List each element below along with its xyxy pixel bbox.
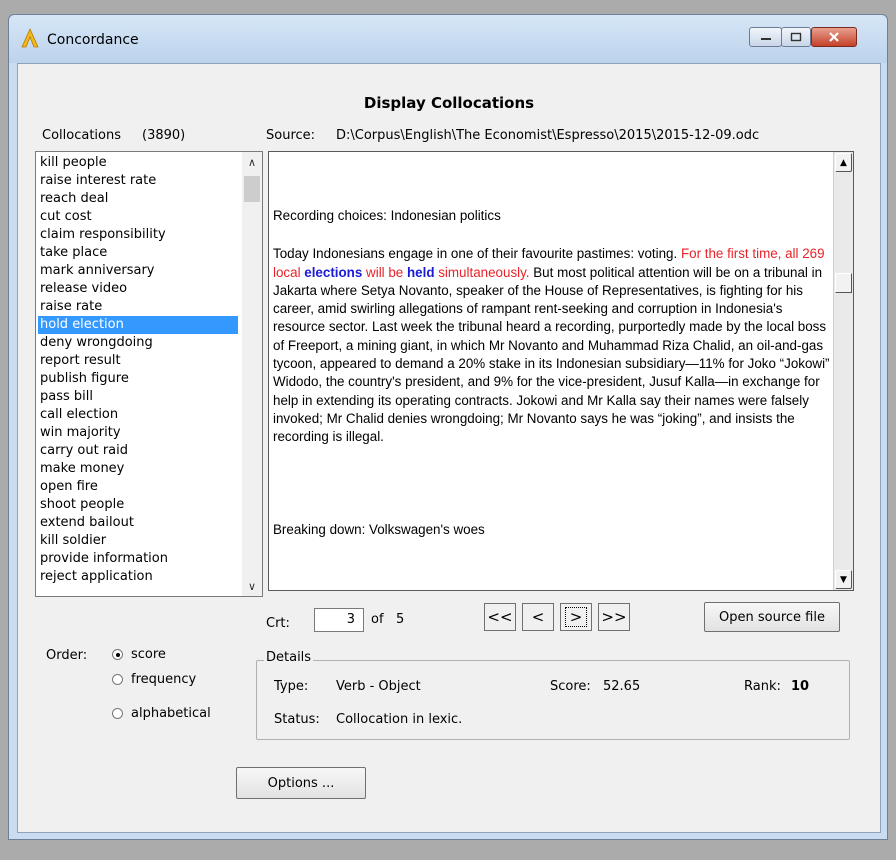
rank-label: Rank: — [744, 679, 781, 694]
list-item[interactable]: extend bailout — [38, 514, 238, 532]
scroll-up-icon[interactable]: ∧ — [242, 152, 262, 172]
radio-icon — [112, 708, 123, 719]
radio-label: alphabetical — [131, 706, 211, 721]
paragraph-intro: Today Indonesians engage in one of their… — [273, 246, 681, 262]
next-icon: > — [564, 607, 588, 627]
keyword-elections: elections — [304, 264, 363, 280]
crt-label: Crt: — [266, 616, 290, 631]
collocations-list[interactable]: kill people raise interest rate reach deal… — [35, 151, 263, 597]
previous-icon: < — [531, 608, 545, 626]
collocations-list-items: kill people raise interest rate reach deal… — [38, 154, 238, 586]
list-item[interactable]: reach deal — [38, 190, 238, 208]
list-item[interactable]: kill soldier — [38, 532, 238, 550]
scroll-down-icon[interactable]: ∨ — [242, 576, 262, 596]
first-button[interactable]: << — [484, 603, 516, 631]
list-item[interactable]: reject application — [38, 568, 238, 586]
list-item[interactable]: call election — [38, 406, 238, 424]
minimize-icon — [750, 28, 781, 46]
concordance-window: Concordance Display Collocations Colloca… — [8, 14, 888, 840]
dialog-heading: Display Collocations — [363, 94, 535, 112]
window-title: Concordance — [47, 32, 139, 48]
source-path: D:\Corpus\English\The Economist\Espresso… — [336, 128, 760, 143]
minimize-button[interactable] — [749, 27, 782, 47]
rank-value: 10 — [791, 679, 810, 694]
app-logo-icon — [21, 28, 39, 48]
article-heading: Recording choices: Indonesian politics — [273, 208, 501, 223]
order-label: Order: — [46, 648, 88, 663]
last-button[interactable]: >> — [598, 603, 630, 631]
maximize-icon — [782, 28, 810, 46]
scroll-down-icon[interactable]: ▼ — [835, 570, 852, 589]
source-text-content: Recording choices: Indonesian politics T… — [273, 152, 831, 539]
list-item[interactable]: pass bill — [38, 388, 238, 406]
radio-icon — [112, 674, 123, 685]
previous-button[interactable]: < — [522, 603, 554, 631]
article-paragraph: Today Indonesians engage in one of their… — [273, 245, 831, 446]
list-item[interactable]: raise rate — [38, 298, 238, 316]
scroll-up-icon[interactable]: ▲ — [835, 153, 852, 172]
details-legend: Details — [264, 650, 314, 665]
score-value: 52.65 — [603, 679, 641, 694]
list-item[interactable]: raise interest rate — [38, 172, 238, 190]
text-scrollbar[interactable]: ▲ ▼ — [833, 152, 853, 590]
collocations-count: (3890) — [142, 128, 186, 143]
list-item[interactable]: release video — [38, 280, 238, 298]
first-icon: << — [487, 608, 513, 626]
list-item[interactable]: mark anniversary — [38, 262, 238, 280]
maximize-button[interactable] — [781, 27, 811, 47]
article-heading-2: Breaking down: Volkswagen's woes — [273, 521, 485, 537]
total-count: 5 — [396, 612, 405, 627]
type-value: Verb - Object — [336, 679, 421, 694]
options-button[interactable]: Options ... — [236, 767, 366, 799]
list-item[interactable]: provide information — [38, 550, 238, 568]
dialog-client-area: Display Collocations Collocations (3890)… — [17, 63, 881, 833]
type-label: Type: — [274, 679, 309, 694]
list-item[interactable]: publish figure — [38, 370, 238, 388]
radio-label: score — [131, 647, 166, 662]
title-bar[interactable]: Concordance — [9, 15, 887, 63]
collocations-scrollbar[interactable]: ∧ ∨ — [242, 152, 262, 596]
radio-label: frequency — [131, 672, 197, 687]
status-label: Status: — [274, 712, 320, 727]
list-item[interactable]: claim responsibility — [38, 226, 238, 244]
list-item[interactable]: take place — [38, 244, 238, 262]
order-score-radio[interactable]: score — [112, 647, 166, 662]
list-item[interactable]: carry out raid — [38, 442, 238, 460]
close-icon — [812, 28, 856, 46]
source-label: Source: — [266, 128, 316, 143]
list-item[interactable]: deny wrongdoing — [38, 334, 238, 352]
list-item[interactable]: open fire — [38, 478, 238, 496]
list-item[interactable]: hold election — [38, 316, 238, 334]
list-item[interactable]: cut cost — [38, 208, 238, 226]
details-group — [256, 660, 850, 740]
scrollbar-thumb[interactable] — [835, 273, 852, 293]
collocations-label: Collocations — [42, 128, 121, 143]
radio-selected-icon — [112, 649, 123, 660]
list-item[interactable]: win majority — [38, 424, 238, 442]
next-button[interactable]: > — [560, 603, 592, 631]
crt-input[interactable]: 3 — [314, 608, 364, 632]
highlight-text: simultaneously. — [434, 264, 530, 280]
source-text-pane[interactable]: Recording choices: Indonesian politics T… — [268, 151, 854, 591]
last-icon: >> — [601, 608, 627, 626]
of-label: of — [371, 612, 384, 627]
open-source-file-button[interactable]: Open source file — [704, 602, 840, 632]
list-item[interactable]: kill people — [38, 154, 238, 172]
close-button[interactable] — [811, 27, 857, 47]
order-alphabetical-radio[interactable]: alphabetical — [112, 706, 211, 721]
keyword-held: held — [406, 264, 435, 280]
scrollbar-thumb[interactable] — [244, 176, 260, 202]
list-item[interactable]: make money — [38, 460, 238, 478]
order-frequency-radio[interactable]: frequency — [112, 672, 196, 687]
status-value: Collocation in lexic. — [336, 712, 463, 727]
list-item[interactable]: report result — [38, 352, 238, 370]
list-item[interactable]: shoot people — [38, 496, 238, 514]
highlight-text: will be — [362, 264, 407, 280]
paragraph-rest: But most political attention will be on … — [273, 264, 830, 445]
score-label: Score: — [550, 679, 591, 694]
